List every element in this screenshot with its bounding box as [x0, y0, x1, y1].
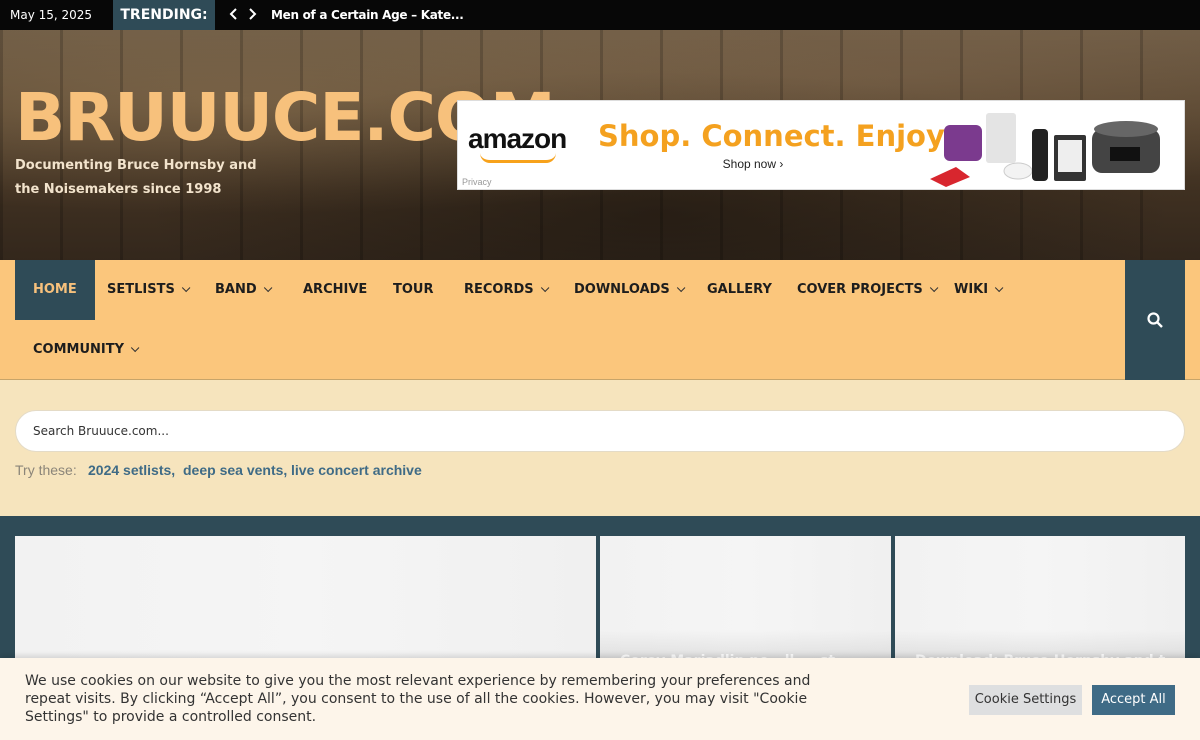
nav-item-label: HOME: [33, 282, 77, 297]
nav-item-archive[interactable]: ARCHIVE: [285, 260, 385, 320]
site-header: BRUUUCE.COM Documenting Bruce Hornsby an…: [0, 30, 1200, 261]
main-navigation: HOME SETLISTS BAND ARCHIVE TOUR RECORDS DOWNLO…: [0, 260, 1200, 380]
search-icon: [1147, 312, 1163, 328]
search-button[interactable]: [1125, 260, 1185, 380]
nav-item-label: DOWNLOADS: [574, 282, 670, 297]
chevron-left-icon[interactable]: [227, 6, 241, 24]
chevron-down-icon: [676, 283, 686, 293]
nav-item-label: BAND: [215, 282, 257, 297]
suggestion-link[interactable]: 2024 setlists,: [88, 462, 175, 478]
nav-item-label: ARCHIVE: [303, 282, 368, 297]
try-these-label: Try these:: [15, 462, 77, 478]
chevron-down-icon: [263, 283, 273, 293]
amazon-smile-icon: [480, 153, 556, 163]
cookie-consent-banner: We use cookies on our website to give yo…: [0, 658, 1200, 740]
trending-headline-link[interactable]: Men of a Certain Age – Kate...: [271, 8, 464, 22]
nav-item-cover-projects[interactable]: COVER PROJECTS: [779, 260, 953, 320]
nav-item-label: WIKI: [954, 282, 989, 297]
ad-headline: Shop. Connect. Enjoy.: [598, 119, 954, 153]
ad-cta[interactable]: Shop now ›: [598, 157, 908, 171]
cookie-message: We use cookies on our website to give yo…: [25, 673, 811, 725]
advertisement-banner[interactable]: amazon Shop. Connect. Enjoy. Shop now › …: [457, 100, 1185, 190]
chevron-down-icon: [130, 343, 140, 353]
nav-item-label: TOUR: [393, 282, 434, 297]
suggestion-link[interactable]: deep sea vents,: [183, 462, 287, 478]
site-tagline: Documenting Bruce Hornsby and the Noisem…: [15, 158, 257, 197]
top-bar: May 15, 2025 TRENDING: Men of a Certain …: [0, 0, 1200, 30]
ad-privacy-link[interactable]: Privacy: [462, 177, 492, 187]
ad-products-image: [930, 113, 1160, 187]
nav-item-tour[interactable]: TOUR: [375, 260, 452, 320]
suggestion-link[interactable]: live concert archive: [291, 462, 422, 478]
nav-item-records[interactable]: RECORDS: [446, 260, 564, 320]
nav-item-label: COMMUNITY: [33, 342, 125, 357]
chevron-down-icon: [540, 283, 550, 293]
accept-all-button[interactable]: Accept All: [1092, 685, 1175, 715]
nav-item-wiki[interactable]: WIKI: [936, 260, 1018, 320]
search-section: Try these: 2024 setlists, deep sea vents…: [0, 380, 1200, 516]
current-date: May 15, 2025: [10, 8, 93, 22]
nav-item-band[interactable]: BAND: [197, 260, 287, 320]
nav-item-setlists[interactable]: SETLISTS: [89, 260, 205, 320]
nav-item-label: SETLISTS: [107, 282, 175, 297]
nav-item-gallery[interactable]: GALLERY: [689, 260, 790, 320]
nav-item-home[interactable]: HOME: [15, 260, 95, 320]
chevron-down-icon: [994, 283, 1004, 293]
nav-item-label: RECORDS: [464, 282, 534, 297]
search-input[interactable]: [15, 410, 1185, 452]
nav-item-label: COVER PROJECTS: [797, 282, 923, 297]
nav-item-community[interactable]: COMMUNITY: [15, 320, 154, 380]
nav-item-label: GALLERY: [707, 282, 772, 297]
chevron-down-icon: [181, 283, 191, 293]
trending-label: TRENDING:: [113, 0, 215, 30]
nav-item-downloads[interactable]: DOWNLOADS: [556, 260, 700, 320]
cookie-settings-button[interactable]: Cookie Settings: [969, 685, 1082, 715]
ad-brand-logo: amazon: [468, 123, 567, 154]
chevron-right-icon[interactable]: [245, 6, 259, 24]
